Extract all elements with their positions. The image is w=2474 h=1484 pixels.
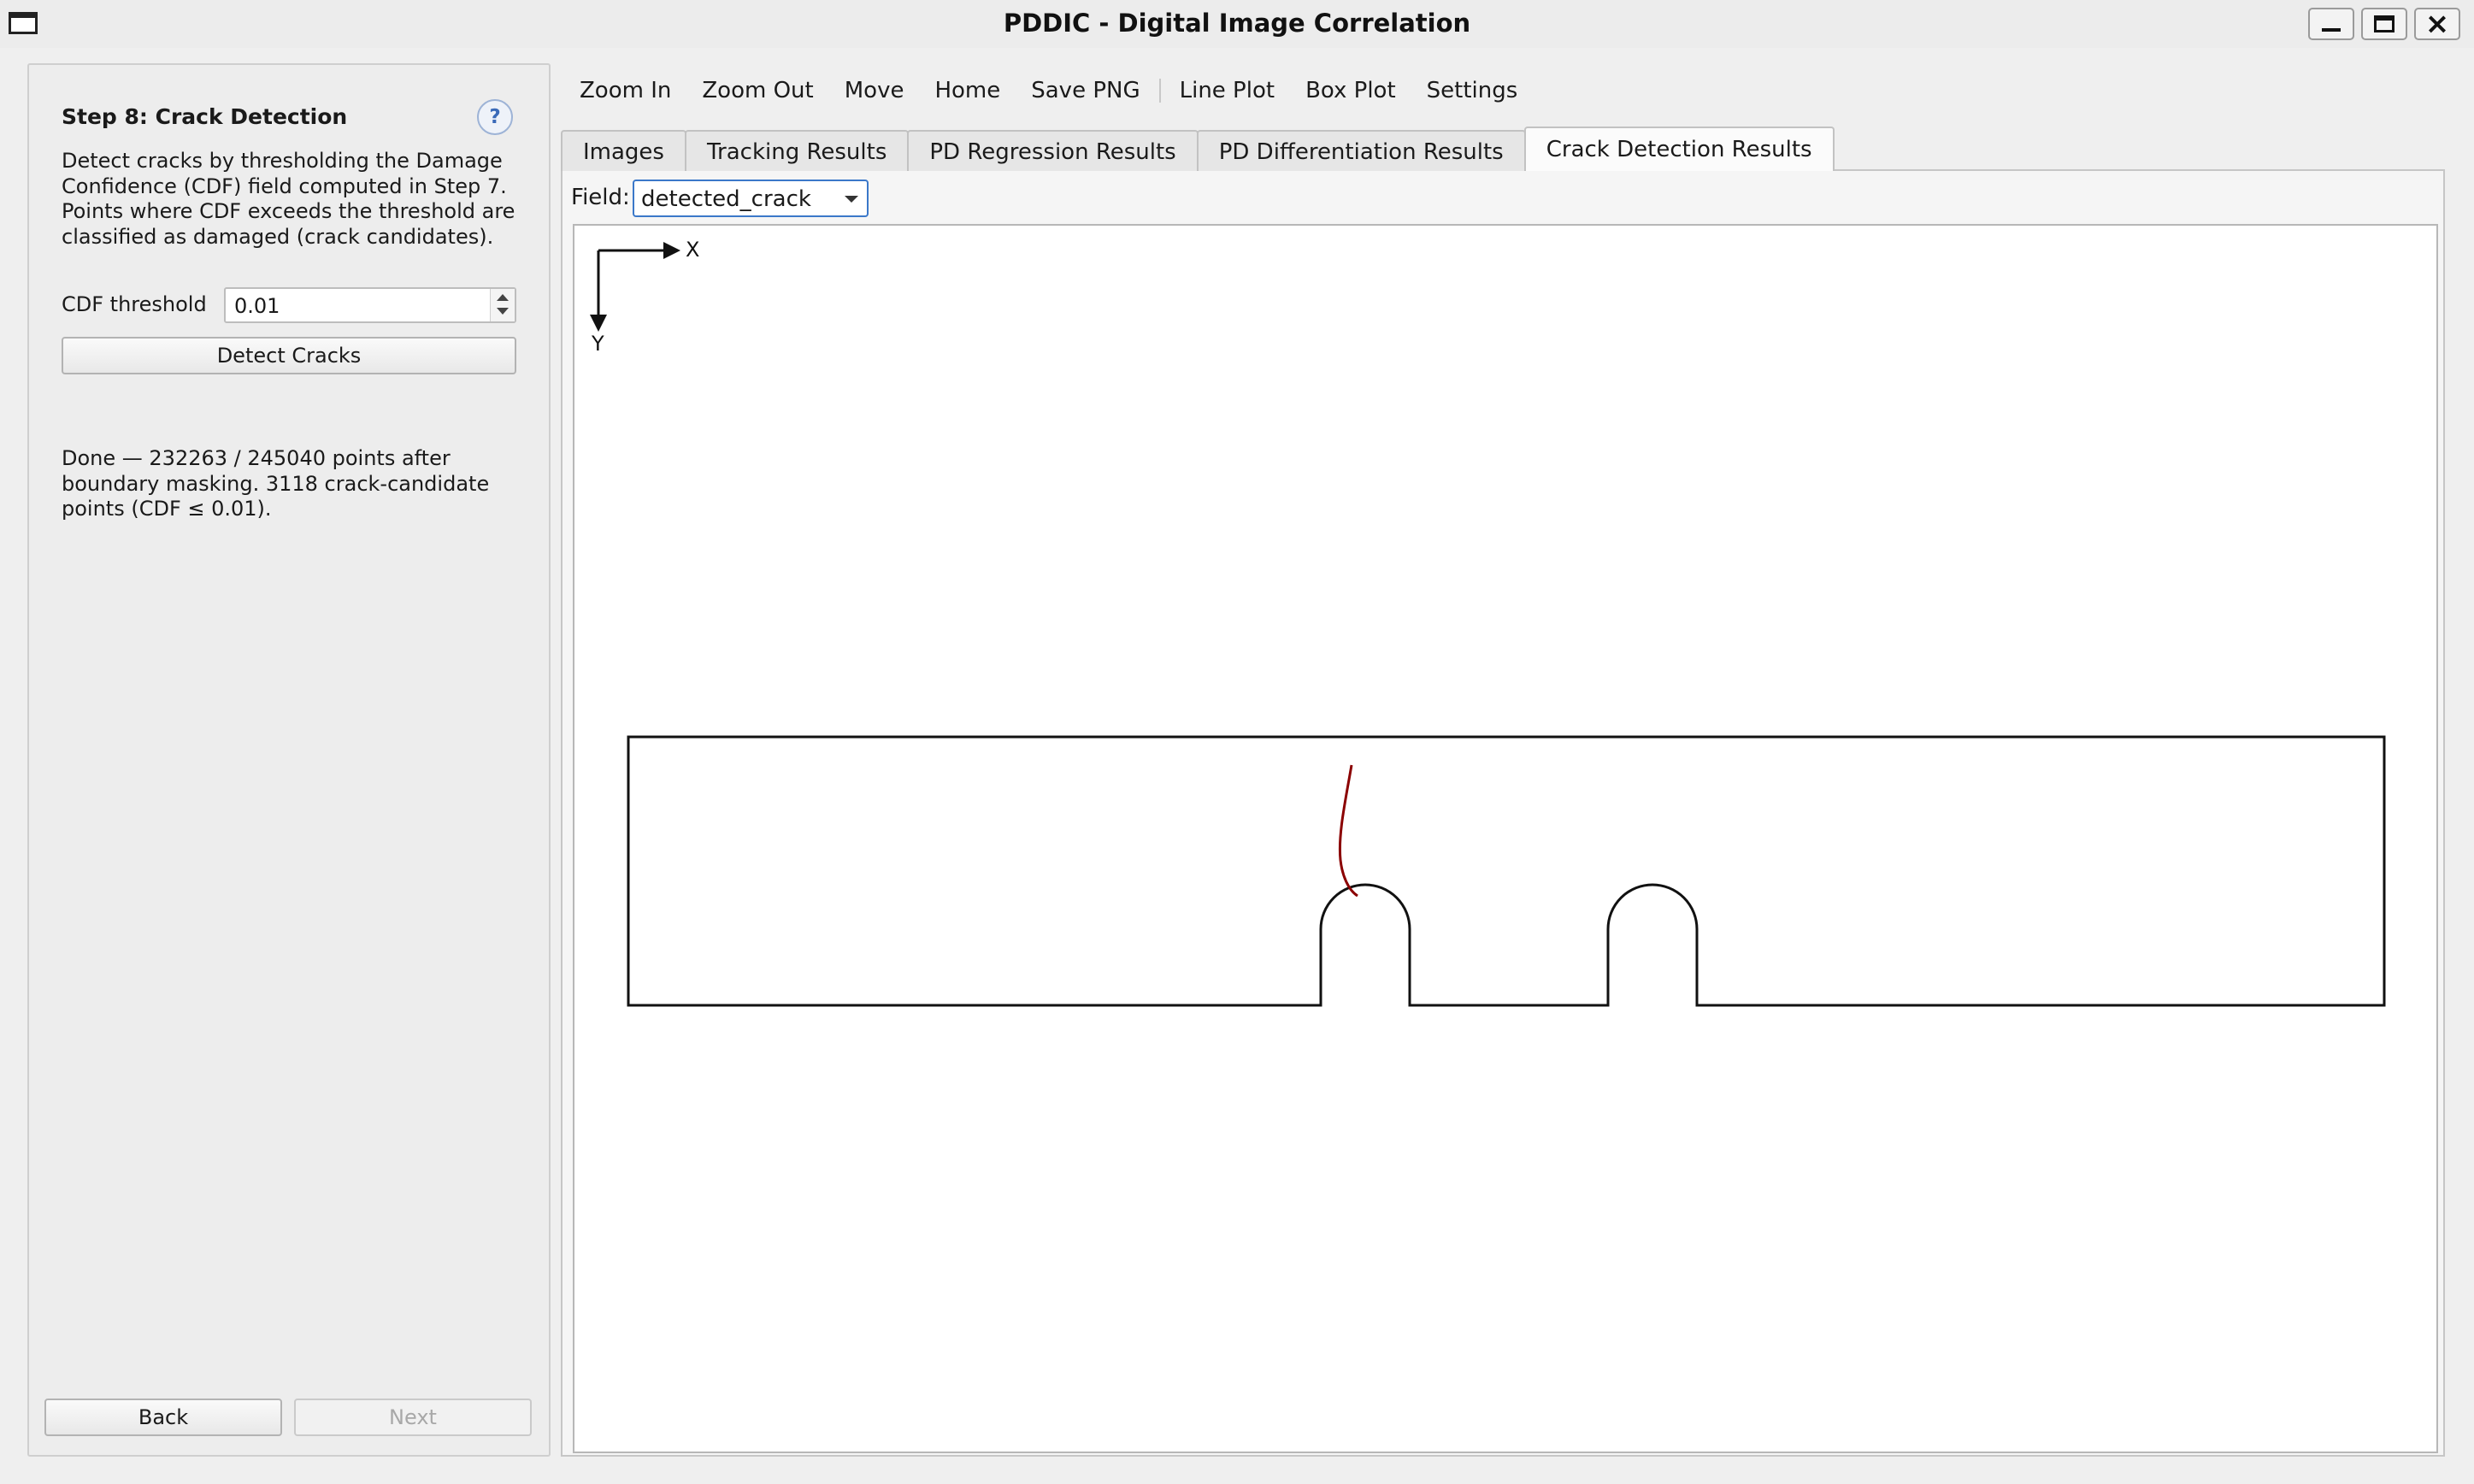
line-plot-button[interactable]: Line Plot (1164, 72, 1290, 109)
title-bar: PDDIC - Digital Image Correlation × (0, 0, 2474, 48)
field-select-value[interactable]: detected_crack (641, 186, 811, 212)
home-button[interactable]: Home (919, 72, 1016, 109)
status-text: Done — 232263 / 245040 points after boun… (62, 446, 490, 521)
plot-toolbar: Zoom In Zoom Out Move Home Save PNG Line… (564, 72, 1533, 109)
spin-arrows[interactable] (490, 289, 515, 321)
cdf-threshold-value[interactable]: 0.01 (234, 294, 280, 318)
tab-pd-differentiation-results[interactable]: PD Differentiation Results (1196, 130, 1526, 171)
window-title: PDDIC - Digital Image Correlation (1003, 9, 1471, 38)
y-axis-arrow-icon (590, 315, 607, 332)
settings-button[interactable]: Settings (1411, 72, 1534, 109)
spin-up-icon[interactable] (497, 294, 509, 301)
step-title: Step 8: Crack Detection (62, 104, 348, 129)
maximize-button[interactable] (2361, 8, 2407, 40)
box-plot-button[interactable]: Box Plot (1290, 72, 1411, 109)
back-button[interactable]: Back (44, 1399, 282, 1436)
detected-crack-path (1338, 764, 1358, 898)
spin-down-icon[interactable] (497, 308, 509, 315)
save-png-button[interactable]: Save PNG (1016, 72, 1155, 109)
zoom-out-button[interactable]: Zoom Out (686, 72, 828, 109)
next-button[interactable]: Next (294, 1399, 532, 1436)
detect-cracks-button[interactable]: Detect Cracks (62, 337, 516, 374)
cdf-threshold-label: CDF threshold (62, 292, 207, 316)
help-button[interactable]: ? (477, 99, 513, 135)
minimize-icon (2322, 28, 2341, 32)
tab-crack-detection-results[interactable]: Crack Detection Results (1523, 127, 1835, 171)
crack-plot-canvas[interactable]: X Y (573, 224, 2438, 1453)
field-label: Field: (571, 185, 630, 210)
axis-indicator (590, 242, 680, 332)
step-description: Detect cracks by thresholding the Damage… (62, 149, 515, 249)
tab-pd-regression-results[interactable]: PD Regression Results (907, 130, 1199, 171)
tab-images[interactable]: Images (561, 130, 686, 171)
chevron-down-icon[interactable] (845, 196, 858, 203)
close-button[interactable]: × (2414, 8, 2460, 40)
zoom-in-button[interactable]: Zoom In (564, 72, 686, 109)
y-axis-label: Y (592, 332, 604, 356)
tab-tracking-results[interactable]: Tracking Results (684, 130, 910, 171)
field-select[interactable]: detected_crack (633, 180, 869, 217)
toolbar-separator (1158, 79, 1161, 103)
results-tabs: Images Tracking Results PD Regression Re… (561, 127, 1835, 171)
maximize-icon (2374, 15, 2394, 32)
close-icon: × (2424, 7, 2450, 41)
minimize-button[interactable] (2308, 8, 2354, 40)
move-button[interactable]: Move (829, 72, 920, 109)
cdf-threshold-spinbox[interactable]: 0.01 (224, 287, 516, 323)
plot-svg (590, 242, 2386, 1007)
specimen-outline (627, 735, 2386, 1007)
step-panel: Step 8: Crack Detection ? Detect cracks … (27, 63, 551, 1457)
x-axis-label: X (686, 238, 700, 262)
x-axis-arrow-icon (663, 242, 680, 259)
